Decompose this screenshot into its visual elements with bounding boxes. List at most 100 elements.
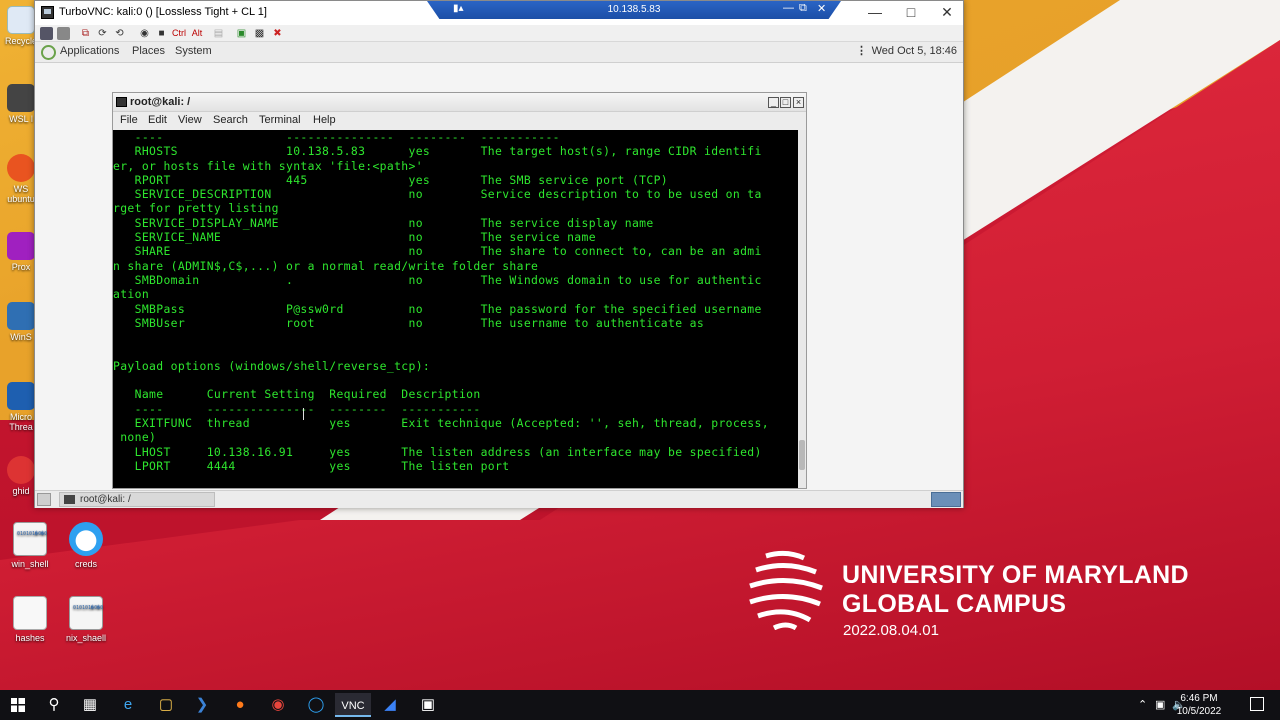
- scrollbar-thumb[interactable]: [799, 440, 805, 470]
- save-icon[interactable]: ▩: [253, 27, 266, 40]
- gnome-foot-icon[interactable]: [41, 45, 56, 60]
- taskbar-window-button[interactable]: root@kali: /: [59, 492, 215, 507]
- notification-icon[interactable]: [1250, 697, 1264, 711]
- desktop-icon-recycle-bin[interactable]: Recycle: [4, 6, 38, 46]
- menu-system[interactable]: System: [175, 45, 212, 57]
- menu-applications[interactable]: Applications: [60, 45, 119, 57]
- recycle-bin-icon: [7, 6, 35, 34]
- terminal-app-icon: ▣: [420, 696, 436, 713]
- desktop-icon-ghidra[interactable]: ghid: [4, 456, 38, 496]
- desktop-icon-creds[interactable]: creds: [56, 522, 116, 569]
- terminal-output[interactable]: ---- --------------- -------- ----------…: [113, 130, 798, 488]
- terminal-title: root@kali: /: [130, 96, 191, 108]
- close-button[interactable]: ✕: [929, 1, 965, 25]
- desktop-icon-wsl[interactable]: WSL l: [4, 84, 38, 124]
- proxy-icon: [7, 232, 35, 260]
- info-icon[interactable]: [57, 27, 70, 40]
- desktop-icon-label: creds: [74, 559, 97, 569]
- desktop-icon-hashes[interactable]: hashes: [0, 596, 60, 643]
- tray-clock[interactable]: 6:46 PM 10/5/2022: [1164, 692, 1234, 718]
- magnifier-app-icon: ◯: [307, 696, 325, 713]
- desktop-icon-label: win_shell: [11, 559, 49, 569]
- vnc-connection-bar[interactable]: ▮▴ 10.138.5.83 — ⧉ ✕: [427, 1, 841, 19]
- tray-date: 10/5/2022: [1176, 706, 1222, 717]
- terminal-line: Payload options (windows/shell/reverse_t…: [113, 358, 431, 373]
- desktop-icon-microsoft[interactable]: Micro Threa: [4, 382, 38, 432]
- vnc-app-icon: [41, 6, 54, 19]
- edge-icon: e: [123, 696, 133, 713]
- vnc-icon: VNC: [341, 700, 365, 712]
- lossless-refresh-icon[interactable]: ⟲: [113, 27, 126, 40]
- desktop-icon-ubuntu[interactable]: WS ubuntu: [4, 154, 38, 204]
- taskbar-powershell[interactable]: ❯: [184, 693, 220, 717]
- menu-terminal[interactable]: Terminal: [259, 114, 301, 126]
- umgc-globe-logo: [749, 550, 823, 630]
- ctrl-key-button[interactable]: Ctrl: [171, 27, 187, 40]
- clipboard-icon[interactable]: ▤: [212, 27, 225, 40]
- zoom-icon[interactable]: ◉: [138, 27, 151, 40]
- firefox-icon: ●: [235, 696, 245, 713]
- terminal-close-button[interactable]: ×: [793, 97, 804, 108]
- terminal-line: SERVICE_DISPLAY_NAME no The service disp…: [113, 215, 654, 230]
- workspace-switcher[interactable]: [931, 492, 961, 507]
- terminal-minimize-button[interactable]: _: [768, 97, 779, 108]
- bar-close-icon[interactable]: ✕: [817, 2, 826, 15]
- task-view-icon: ▦: [82, 696, 98, 713]
- new-connection-icon[interactable]: ▣: [235, 27, 248, 40]
- maximize-button[interactable]: □: [893, 1, 929, 25]
- desktop-icon-label: hashes: [15, 633, 45, 643]
- terminal-titlebar[interactable]: root@kali: / _ □ ×: [113, 93, 806, 112]
- menu-edit[interactable]: Edit: [148, 114, 167, 126]
- menu-view[interactable]: View: [178, 114, 202, 126]
- taskbar-firefox[interactable]: ●: [222, 693, 258, 717]
- terminal-line: n share (ADMIN$,C$,...) or a normal read…: [113, 258, 539, 273]
- terminal-line: SMBDomain . no The Windows domain to use…: [113, 272, 762, 287]
- search-button[interactable]: ⚲: [36, 693, 72, 717]
- taskbar-chrome[interactable]: ◉: [260, 693, 296, 717]
- disconnect-icon[interactable]: ✖: [271, 27, 284, 40]
- bar-minimize-icon[interactable]: —: [783, 2, 794, 14]
- terminal-line: LHOST 10.138.16.91 yes The listen addres…: [113, 444, 762, 459]
- desktop-icon-nix-shaell[interactable]: nix_shaell: [56, 596, 116, 643]
- menu-places[interactable]: Places: [132, 45, 165, 57]
- options-icon[interactable]: [40, 27, 53, 40]
- desktop-icon-winscp[interactable]: WinS: [4, 302, 38, 342]
- taskbar-window-label: root@kali: /: [80, 494, 131, 505]
- alt-key-button[interactable]: Alt: [190, 27, 204, 40]
- terminal-line: SERVICE_DESCRIPTION no Service descripti…: [113, 187, 762, 202]
- vnc-toolbar: ⧉ ⟳ ⟲ ◉ ■ Ctrl Alt ▤ ▣ ▩ ✖: [35, 25, 963, 42]
- text-cursor-icon: [303, 408, 305, 420]
- minimize-button[interactable]: —: [857, 1, 893, 25]
- panel-clock[interactable]: Wed Oct 5, 18:46: [872, 45, 957, 57]
- desktop-icon-label: WSL l: [9, 114, 33, 124]
- terminal-line: RHOSTS 10.138.5.83 yes The target host(s…: [113, 144, 762, 159]
- tray-chevron-icon[interactable]: ⌃: [1138, 698, 1147, 711]
- menu-help[interactable]: Help: [313, 114, 336, 126]
- chrome-icon: ◉: [271, 696, 285, 713]
- desktop-icon-win-shell[interactable]: win_shell: [0, 522, 60, 569]
- key-icon[interactable]: ■: [155, 27, 168, 40]
- show-desktop-icon[interactable]: [37, 493, 51, 506]
- menu-search[interactable]: Search: [213, 114, 248, 126]
- taskbar-edge[interactable]: e: [110, 693, 146, 717]
- terminal-line: ---- --------------- -------- ----------…: [113, 401, 481, 416]
- bar-restore-icon[interactable]: ⧉: [799, 2, 807, 15]
- taskbar-terminal[interactable]: ▣: [410, 693, 446, 717]
- taskbar-turbovnc[interactable]: VNC: [335, 693, 371, 717]
- taskbar-file-explorer[interactable]: ▢: [148, 693, 184, 717]
- start-button[interactable]: [0, 693, 36, 717]
- menu-file[interactable]: File: [120, 114, 138, 126]
- fullscreen-icon[interactable]: ⧉: [79, 27, 92, 40]
- task-view-button[interactable]: ▦: [72, 693, 108, 717]
- taskbar-wireshark[interactable]: ◢: [372, 693, 408, 717]
- refresh-icon[interactable]: ⟳: [96, 27, 109, 40]
- terminal-maximize-button[interactable]: □: [780, 97, 791, 108]
- panel-handle-icon: ⋮: [856, 45, 867, 57]
- university-name-line2: GLOBAL CAMPUS: [842, 590, 1067, 618]
- terminal-scrollbar[interactable]: [798, 130, 806, 488]
- desktop-icon-proxmox[interactable]: Prox: [4, 232, 38, 272]
- university-name-line1: UNIVERSITY OF MARYLAND: [842, 561, 1189, 589]
- taskbar-search-app[interactable]: ◯: [298, 693, 334, 717]
- desktop-icon-label: WS ubuntu: [7, 184, 35, 204]
